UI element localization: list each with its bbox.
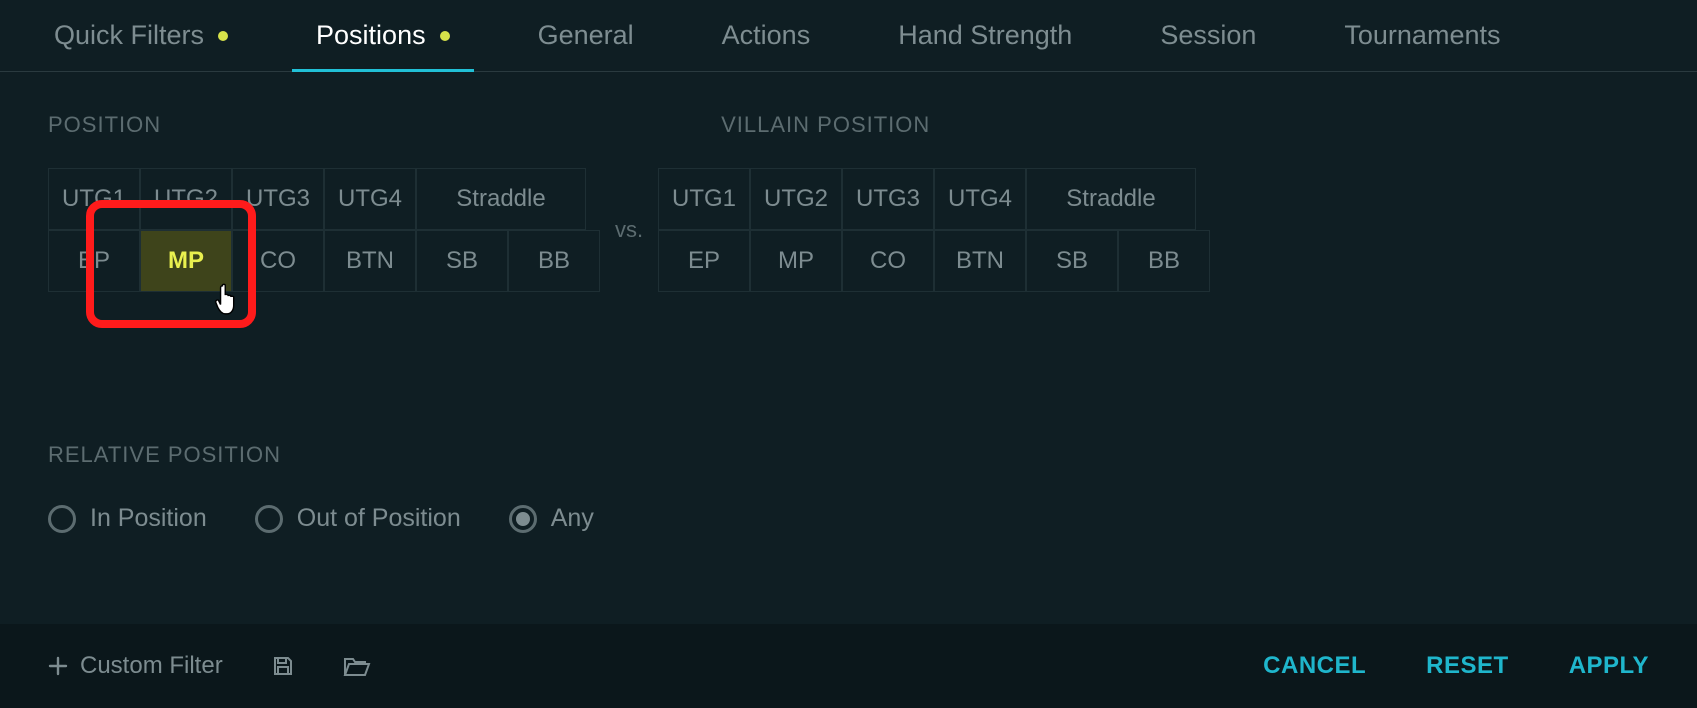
villain-pos-utg4[interactable]: UTG4: [934, 168, 1026, 230]
radio-circle-icon: [255, 505, 283, 533]
villain-pos-utg1[interactable]: UTG1: [658, 168, 750, 230]
relative-position-radios: In Position Out of Position Any: [48, 504, 1649, 533]
villain-pos-ep[interactable]: EP: [658, 230, 750, 292]
hero-pos-mp[interactable]: MP: [140, 230, 232, 292]
tab-bar: Quick Filters Positions General Actions …: [0, 0, 1697, 72]
tab-hand-strength[interactable]: Hand Strength: [854, 0, 1116, 71]
hero-pos-utg1[interactable]: UTG1: [48, 168, 140, 230]
hero-pos-ep[interactable]: EP: [48, 230, 140, 292]
villain-pos-straddle[interactable]: Straddle: [1026, 168, 1196, 230]
custom-filter-button[interactable]: Custom Filter: [48, 652, 223, 680]
tab-label: Session: [1160, 20, 1256, 51]
villain-position-heading: VILLAIN POSITION: [721, 112, 930, 138]
radio-out-of-position[interactable]: Out of Position: [255, 504, 461, 533]
custom-filter-label: Custom Filter: [80, 652, 223, 680]
hero-pos-utg2[interactable]: UTG2: [140, 168, 232, 230]
tab-session[interactable]: Session: [1116, 0, 1300, 71]
hero-pos-straddle[interactable]: Straddle: [416, 168, 586, 230]
open-folder-button[interactable]: [343, 655, 371, 677]
villain-pos-utg2[interactable]: UTG2: [750, 168, 842, 230]
hero-pos-btn[interactable]: BTN: [324, 230, 416, 292]
radio-label: Out of Position: [297, 504, 461, 533]
radio-circle-icon: [509, 505, 537, 533]
indicator-dot-icon: [218, 31, 228, 41]
hero-position-table: UTG1UTG2UTG3UTG4Straddle EPMPCOBTNSBBB: [48, 168, 600, 292]
position-heading: POSITION: [48, 112, 161, 138]
footer-bar: Custom Filter CANCEL RESET APPLY: [0, 624, 1697, 708]
hero-pos-sb[interactable]: SB: [416, 230, 508, 292]
villain-pos-sb[interactable]: SB: [1026, 230, 1118, 292]
radio-label: In Position: [90, 504, 207, 533]
hero-pos-utg4[interactable]: UTG4: [324, 168, 416, 230]
indicator-dot-icon: [440, 31, 450, 41]
villain-pos-btn[interactable]: BTN: [934, 230, 1026, 292]
tab-label: Actions: [722, 20, 811, 51]
radio-circle-icon: [48, 505, 76, 533]
content-area: POSITION VILLAIN POSITION UTG1UTG2UTG3UT…: [0, 72, 1697, 533]
relative-position-heading: RELATIVE POSITION: [48, 442, 1649, 468]
tab-actions[interactable]: Actions: [678, 0, 855, 71]
relative-position-section: RELATIVE POSITION In Position Out of Pos…: [48, 442, 1649, 533]
folder-open-icon: [343, 655, 371, 677]
vs-label: vs.: [600, 217, 658, 243]
save-button[interactable]: [271, 654, 295, 678]
reset-button[interactable]: RESET: [1426, 652, 1509, 680]
cancel-button[interactable]: CANCEL: [1263, 652, 1366, 680]
radio-in-position[interactable]: In Position: [48, 504, 207, 533]
plus-icon: [48, 656, 68, 676]
tab-label: Tournaments: [1344, 20, 1500, 51]
apply-button[interactable]: APPLY: [1569, 652, 1649, 680]
villain-pos-utg3[interactable]: UTG3: [842, 168, 934, 230]
tab-label: General: [538, 20, 634, 51]
tab-label: Positions: [316, 20, 426, 51]
tab-general[interactable]: General: [494, 0, 678, 71]
tab-label: Quick Filters: [54, 20, 204, 51]
radio-label: Any: [551, 504, 594, 533]
tab-quick-filters[interactable]: Quick Filters: [10, 0, 272, 71]
villain-pos-co[interactable]: CO: [842, 230, 934, 292]
hero-pos-bb[interactable]: BB: [508, 230, 600, 292]
save-icon: [271, 654, 295, 678]
tab-tournaments[interactable]: Tournaments: [1300, 0, 1544, 71]
hero-pos-co[interactable]: CO: [232, 230, 324, 292]
tab-label: Hand Strength: [898, 20, 1072, 51]
radio-any[interactable]: Any: [509, 504, 594, 533]
villain-pos-bb[interactable]: BB: [1118, 230, 1210, 292]
position-tables: UTG1UTG2UTG3UTG4StraddleEPMPCOBTNSBBB vs…: [48, 168, 1649, 292]
hero-pos-utg3[interactable]: UTG3: [232, 168, 324, 230]
villain-pos-mp[interactable]: MP: [750, 230, 842, 292]
villain-position-table: UTG1UTG2UTG3UTG4Straddle EPMPCOBTNSBBB: [658, 168, 1210, 292]
tab-positions[interactable]: Positions: [272, 0, 494, 71]
